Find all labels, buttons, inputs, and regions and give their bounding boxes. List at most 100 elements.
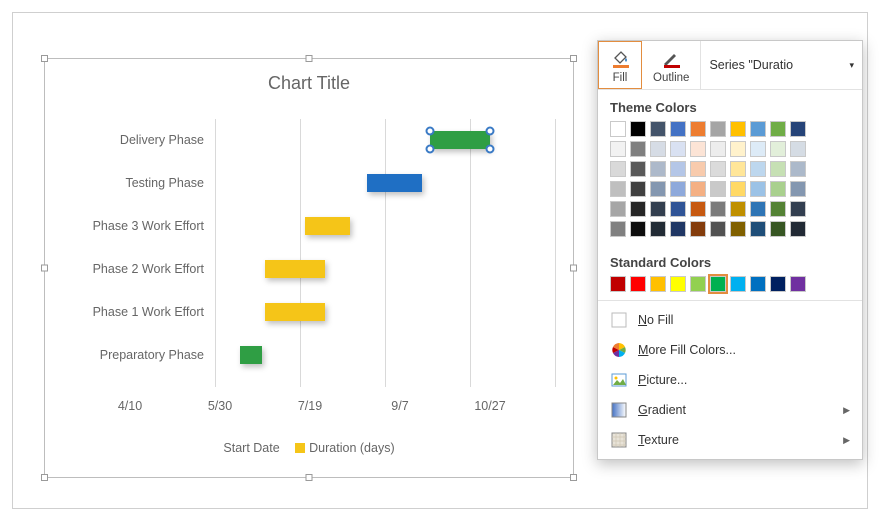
color-swatch[interactable]: [710, 201, 726, 217]
series-selection-handle[interactable]: [426, 127, 435, 136]
color-swatch[interactable]: [790, 221, 806, 237]
color-swatch[interactable]: [770, 201, 786, 217]
color-swatch[interactable]: [650, 121, 666, 137]
color-swatch[interactable]: [690, 276, 706, 292]
no-fill-item[interactable]: No Fill: [598, 305, 862, 335]
color-swatch[interactable]: [770, 141, 786, 157]
more-colors-item[interactable]: More Fill Colors...: [598, 335, 862, 365]
color-swatch[interactable]: [770, 276, 786, 292]
resize-handle[interactable]: [306, 474, 313, 481]
series-selection-handle[interactable]: [486, 127, 495, 136]
color-swatch[interactable]: [690, 181, 706, 197]
color-swatch[interactable]: [690, 221, 706, 237]
gantt-bar[interactable]: [265, 303, 325, 321]
series-selection-handle[interactable]: [426, 145, 435, 154]
outline-button[interactable]: Outline: [642, 41, 700, 89]
color-swatch[interactable]: [750, 121, 766, 137]
color-swatch[interactable]: [710, 181, 726, 197]
color-swatch[interactable]: [730, 181, 746, 197]
resize-handle[interactable]: [570, 474, 577, 481]
gantt-bar[interactable]: [305, 217, 350, 235]
color-swatch[interactable]: [710, 121, 726, 137]
plot-area[interactable]: Delivery Phase Testing Phase Phase 3 Wor…: [55, 119, 563, 387]
color-swatch[interactable]: [610, 141, 626, 157]
color-swatch[interactable]: [670, 276, 686, 292]
color-swatch[interactable]: [750, 161, 766, 177]
resize-handle[interactable]: [41, 474, 48, 481]
color-swatch[interactable]: [670, 201, 686, 217]
color-swatch[interactable]: [710, 276, 726, 292]
color-swatch[interactable]: [750, 201, 766, 217]
series-selection-handle[interactable]: [486, 145, 495, 154]
chart-legend[interactable]: Start Date Duration (days): [45, 441, 573, 455]
color-swatch[interactable]: [790, 161, 806, 177]
color-swatch[interactable]: [610, 276, 626, 292]
color-swatch[interactable]: [670, 181, 686, 197]
color-swatch[interactable]: [730, 121, 746, 137]
color-swatch[interactable]: [670, 121, 686, 137]
color-swatch[interactable]: [790, 181, 806, 197]
color-swatch[interactable]: [730, 141, 746, 157]
color-swatch[interactable]: [630, 276, 646, 292]
color-swatch[interactable]: [690, 121, 706, 137]
color-swatch[interactable]: [790, 141, 806, 157]
gantt-bar[interactable]: [240, 346, 262, 364]
resize-handle[interactable]: [570, 265, 577, 272]
color-swatch[interactable]: [710, 141, 726, 157]
color-swatch[interactable]: [770, 161, 786, 177]
color-swatch[interactable]: [610, 221, 626, 237]
color-swatch[interactable]: [750, 181, 766, 197]
color-swatch[interactable]: [610, 201, 626, 217]
color-swatch[interactable]: [630, 221, 646, 237]
color-swatch[interactable]: [610, 161, 626, 177]
color-swatch[interactable]: [770, 181, 786, 197]
color-swatch[interactable]: [610, 181, 626, 197]
color-swatch[interactable]: [610, 121, 626, 137]
chart-title[interactable]: Chart Title: [45, 59, 573, 100]
series-selector[interactable]: Series "Duratio ▾: [700, 41, 862, 89]
color-swatch[interactable]: [650, 161, 666, 177]
gantt-bar[interactable]: [367, 174, 422, 192]
color-swatch[interactable]: [630, 181, 646, 197]
color-swatch[interactable]: [650, 201, 666, 217]
color-swatch[interactable]: [730, 276, 746, 292]
color-swatch[interactable]: [750, 276, 766, 292]
color-swatch[interactable]: [650, 221, 666, 237]
color-swatch[interactable]: [670, 221, 686, 237]
resize-handle[interactable]: [41, 55, 48, 62]
color-swatch[interactable]: [770, 121, 786, 137]
resize-handle[interactable]: [306, 55, 313, 62]
chart-object[interactable]: Chart Title Delivery Phase Testing Phase…: [44, 58, 574, 478]
color-swatch[interactable]: [650, 276, 666, 292]
color-swatch[interactable]: [750, 221, 766, 237]
color-swatch[interactable]: [690, 161, 706, 177]
color-swatch[interactable]: [630, 201, 646, 217]
color-swatch[interactable]: [670, 141, 686, 157]
color-swatch[interactable]: [790, 201, 806, 217]
color-swatch[interactable]: [790, 121, 806, 137]
color-swatch[interactable]: [790, 276, 806, 292]
color-swatch[interactable]: [750, 141, 766, 157]
fill-button[interactable]: Fill: [598, 41, 642, 89]
color-swatch[interactable]: [710, 161, 726, 177]
picture-item[interactable]: Picture...: [598, 365, 862, 395]
color-swatch[interactable]: [670, 161, 686, 177]
resize-handle[interactable]: [41, 265, 48, 272]
color-swatch[interactable]: [730, 221, 746, 237]
color-swatch[interactable]: [650, 141, 666, 157]
color-swatch[interactable]: [650, 181, 666, 197]
color-swatch[interactable]: [690, 141, 706, 157]
color-swatch[interactable]: [730, 161, 746, 177]
color-swatch[interactable]: [630, 141, 646, 157]
color-swatch[interactable]: [630, 121, 646, 137]
gradient-item[interactable]: Gradient ▶: [598, 395, 862, 425]
color-swatch[interactable]: [690, 201, 706, 217]
color-swatch[interactable]: [770, 221, 786, 237]
color-swatch[interactable]: [710, 221, 726, 237]
gantt-bar[interactable]: [265, 260, 325, 278]
resize-handle[interactable]: [570, 55, 577, 62]
color-swatch[interactable]: [630, 161, 646, 177]
texture-item[interactable]: Texture ▶: [598, 425, 862, 455]
color-swatch[interactable]: [730, 201, 746, 217]
gantt-bar[interactable]: [430, 131, 490, 149]
